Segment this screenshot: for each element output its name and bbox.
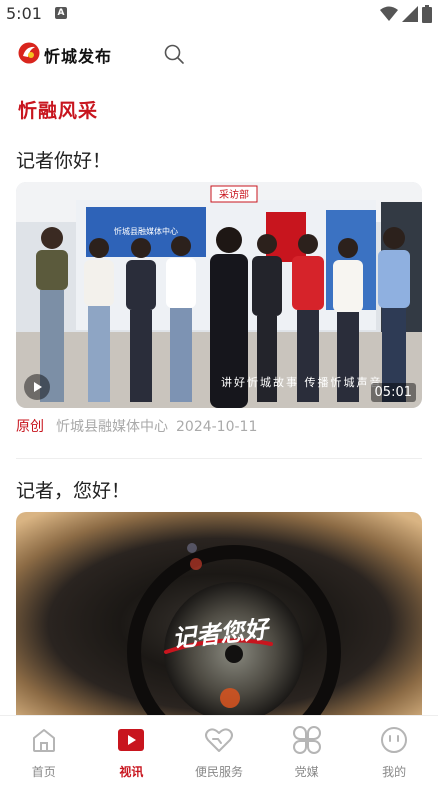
- video-thumbnail[interactable]: 记者您好: [16, 512, 422, 716]
- video-thumbnail-image: 记者您好: [16, 512, 422, 716]
- home-icon: [29, 725, 59, 755]
- app-header: 忻城发布: [0, 28, 438, 80]
- tab-label: 便民服务: [194, 765, 243, 779]
- tab-label: 视讯: [119, 765, 144, 779]
- notification-icon: A: [55, 7, 67, 19]
- divider: [16, 458, 422, 459]
- battery-icon: [422, 5, 432, 23]
- app-name: 忻城发布: [44, 47, 113, 66]
- play-icon: [34, 382, 42, 392]
- heart-service-icon: [204, 725, 234, 755]
- tab-label: 党媒: [294, 765, 319, 779]
- tab-party-media[interactable]: 党媒: [263, 716, 351, 785]
- video-title[interactable]: 记者你好！: [16, 146, 422, 176]
- video-date: 2024-10-11: [176, 419, 258, 435]
- section-title: 忻融风采: [18, 100, 99, 122]
- bottom-tab-bar: 首页 视讯 便民服务 党媒 我的: [0, 715, 438, 785]
- wifi-icon: [380, 6, 398, 21]
- video-caption: 讲好忻城故事 传播忻城声音: [221, 376, 383, 389]
- clover-grid-icon: [292, 725, 322, 755]
- app-logo-icon: [18, 42, 40, 64]
- video-card[interactable]: 记者你好！ 采访部 忻城县融媒体中心 讲好忻城故事 传播忻城声音 05:01 原…: [16, 146, 422, 459]
- wall-banner: 忻城县融媒体中心: [114, 226, 178, 236]
- status-indicators: [380, 5, 432, 23]
- tab-services[interactable]: 便民服务: [175, 716, 263, 785]
- video-play-icon: [116, 725, 146, 755]
- original-badge: 原创: [16, 419, 44, 435]
- status-time: 5:01: [6, 4, 42, 23]
- video-duration: 05:01: [370, 383, 416, 402]
- video-thumbnail[interactable]: 采访部 忻城县融媒体中心 讲好忻城故事 传播忻城声音 05:01: [16, 182, 422, 408]
- face-icon: [379, 725, 409, 755]
- tab-mine[interactable]: 我的: [350, 716, 438, 785]
- video-title[interactable]: 记者，您好！: [16, 476, 422, 506]
- search-icon[interactable]: [162, 42, 186, 66]
- tab-label: 首页: [31, 765, 56, 779]
- status-bar: 5:01 A: [0, 0, 438, 28]
- play-button[interactable]: [24, 374, 50, 400]
- signal-icon: [402, 6, 418, 22]
- tab-home[interactable]: 首页: [0, 716, 88, 785]
- video-card[interactable]: 记者，您好！ 记者您好: [16, 476, 422, 716]
- tab-label: 我的: [382, 765, 407, 779]
- tab-video[interactable]: 视讯: [88, 716, 176, 785]
- video-meta: 原创 忻城县融媒体中心 2024-10-11: [16, 414, 422, 440]
- video-source: 忻城县融媒体中心: [56, 419, 168, 435]
- room-sign: 采访部: [219, 188, 249, 201]
